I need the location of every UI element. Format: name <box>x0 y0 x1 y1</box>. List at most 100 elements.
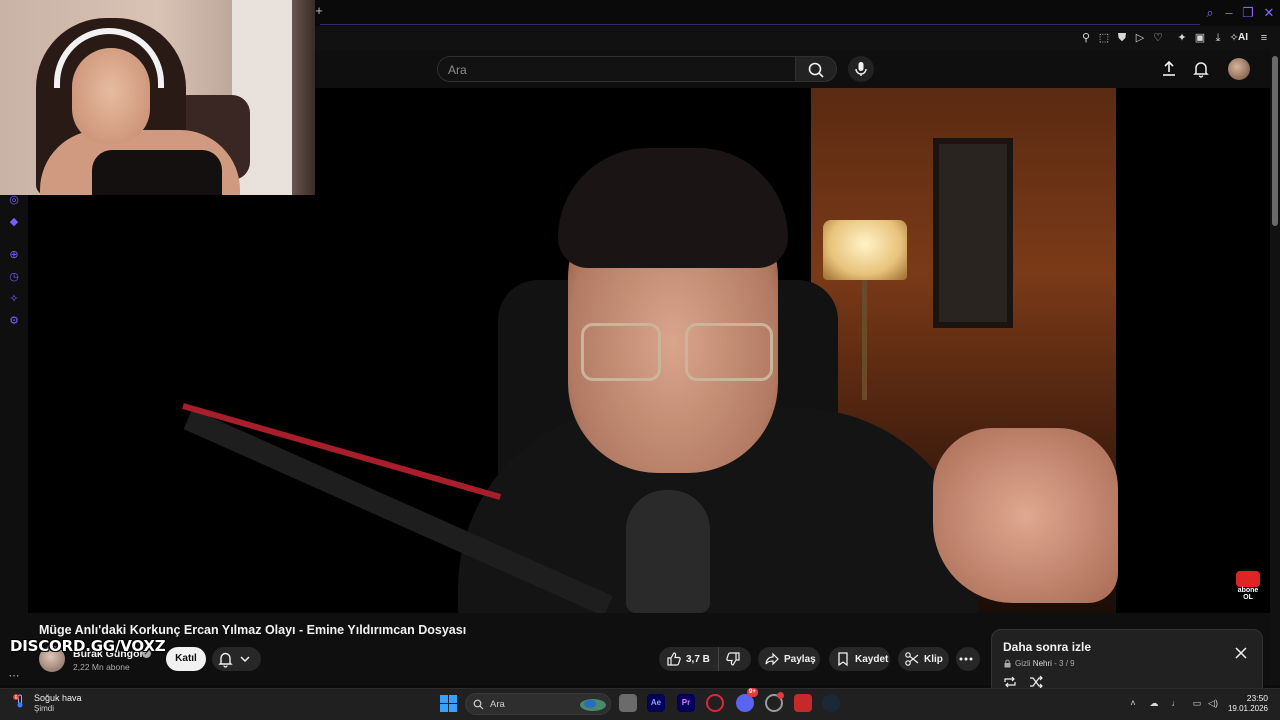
steam-icon[interactable] <box>822 694 840 712</box>
add-panel-icon[interactable]: ⊕ <box>6 247 22 263</box>
windows-logo-icon <box>449 704 457 712</box>
taskbar-search[interactable]: Ara <box>465 693 611 715</box>
like-dislike-group: 3,7 B <box>659 647 751 671</box>
webcam-top <box>92 150 222 195</box>
obs-icon[interactable] <box>765 692 784 712</box>
premiere-label: Pr <box>681 698 691 707</box>
history-icon[interactable]: ◷ <box>6 269 22 285</box>
start-button[interactable] <box>440 695 457 712</box>
chevron-up-icon[interactable]: ˄ <box>1127 697 1139 709</box>
more-sidebar-icon[interactable]: ⋯ <box>6 668 22 684</box>
discord-badge: 9+ <box>747 688 758 697</box>
video-title: Müge Anlı'daki Korkunç Ercan Yılmaz Olay… <box>39 623 467 637</box>
extensions-icon[interactable]: ✦ <box>1174 30 1190 46</box>
weather-badge: 6 <box>15 695 18 701</box>
opera-gx-icon[interactable] <box>706 694 724 712</box>
playlist-meta: Gizli Nehri - 3 / 9 <box>1003 659 1075 668</box>
close-window-icon[interactable]: ✕ <box>1260 4 1278 22</box>
loop-icon <box>1004 676 1016 688</box>
restore-icon[interactable]: ❐ <box>1239 4 1257 22</box>
save-button[interactable]: Kaydet <box>829 647 890 671</box>
more-actions-button[interactable] <box>956 647 980 671</box>
save-label: Kaydet <box>855 653 889 665</box>
settings-icon[interactable]: ⚙ <box>6 313 22 329</box>
tray-time[interactable]: 23:50 <box>1232 693 1268 703</box>
heart-icon[interactable]: ♡ <box>1150 30 1166 46</box>
account-avatar[interactable] <box>1228 58 1250 80</box>
screenshot-icon[interactable]: ⬚ <box>1096 30 1112 46</box>
subscribe-watermark[interactable]: abone OL <box>1233 571 1263 601</box>
pin-icon[interactable]: ⚲ <box>1078 30 1094 46</box>
windows-logo-icon <box>440 695 448 703</box>
video-lamp <box>823 220 907 280</box>
weather-title[interactable]: Soğuk hava <box>34 693 82 703</box>
scrollbar-thumb[interactable] <box>1272 56 1278 226</box>
wallet-icon[interactable]: ▣ <box>1192 30 1208 46</box>
taskbar-search-label: Ara <box>490 699 505 710</box>
upload-button[interactable] <box>1158 58 1180 80</box>
microphone-tray-icon[interactable]: ♩ <box>1170 697 1182 709</box>
voice-search-button[interactable] <box>848 56 874 82</box>
after-effects-label: Ae <box>650 698 662 707</box>
video-microphone <box>626 490 710 613</box>
extensions-sidebar-icon[interactable]: ✧ <box>6 291 22 307</box>
windows-logo-icon <box>449 695 457 703</box>
clip-button[interactable]: Klip <box>898 647 949 671</box>
shuffle-button[interactable] <box>1029 675 1043 689</box>
search-icon <box>808 62 824 78</box>
playlist-title[interactable]: Daha sonra izle <box>1003 640 1091 654</box>
discord-icon[interactable]: 9+ <box>736 688 758 712</box>
youtube-logo-icon <box>1236 571 1260 587</box>
premiere-icon[interactable]: Pr <box>677 694 695 712</box>
bell-icon <box>218 652 233 668</box>
search-button[interactable] <box>795 56 837 82</box>
loop-button[interactable] <box>1003 675 1017 689</box>
bookmark-icon <box>838 652 848 667</box>
video-glasses-left <box>581 323 661 381</box>
network-icon[interactable]: ▭ <box>1191 697 1203 709</box>
minimize-icon[interactable]: – <box>1220 4 1238 22</box>
search-input[interactable] <box>448 62 778 78</box>
playlist-owner[interactable]: Nehri <box>1033 659 1052 668</box>
watermark-line2: OL <box>1243 594 1253 601</box>
thumbs-down-icon <box>726 652 740 666</box>
discord-icon[interactable]: ◆ <box>6 214 22 230</box>
dislike-button[interactable] <box>719 647 751 671</box>
close-playlist-button[interactable] <box>1233 645 1249 661</box>
after-effects-icon[interactable]: Ae <box>647 694 665 712</box>
windows-logo-icon <box>440 704 448 712</box>
play-icon[interactable]: ▷ <box>1132 30 1148 46</box>
clip-label: Klip <box>924 653 943 665</box>
notifications-button[interactable] <box>1190 58 1212 80</box>
share-button[interactable]: Paylaş <box>758 647 820 671</box>
cloud-icon[interactable]: ☁ <box>1148 697 1160 709</box>
search-icon[interactable]: ⌕ <box>1201 4 1219 22</box>
video-person-hair <box>558 148 788 268</box>
bell-icon <box>1193 62 1209 78</box>
share-icon <box>765 652 779 666</box>
share-label: Paylaş <box>784 653 816 665</box>
menu-icon[interactable]: ≡ <box>1256 30 1272 46</box>
tray-date[interactable]: 19.01.2026 <box>1219 704 1268 713</box>
shield-icon[interactable]: ⛊ <box>1114 30 1130 46</box>
microphone-icon <box>855 62 867 76</box>
download-icon[interactable]: ⤓ <box>1210 30 1226 46</box>
upload-icon <box>1163 60 1175 76</box>
video-app-icon[interactable] <box>794 694 812 712</box>
weather-icon[interactable]: 6 <box>13 694 27 708</box>
recording-dot-icon <box>777 692 784 699</box>
volume-icon[interactable]: ◁) <box>1207 697 1219 709</box>
discord-overlay-text: DISCORD.GG/VOXZ <box>10 637 166 655</box>
playlist-position: 3 / 9 <box>1059 659 1075 668</box>
video-lamp-stand <box>862 280 867 400</box>
search-icon <box>473 699 484 710</box>
join-button[interactable]: Katıl <box>166 647 206 671</box>
video-glasses-right <box>685 323 773 381</box>
shuffle-icon <box>1030 675 1043 689</box>
file-manager-icon[interactable] <box>619 694 637 712</box>
ai-button[interactable]: AI <box>1238 32 1248 43</box>
thumbs-up-icon <box>667 652 681 666</box>
subscription-notify-button[interactable] <box>212 647 261 671</box>
lock-icon <box>1004 659 1011 668</box>
like-button[interactable]: 3,7 B <box>659 647 719 671</box>
